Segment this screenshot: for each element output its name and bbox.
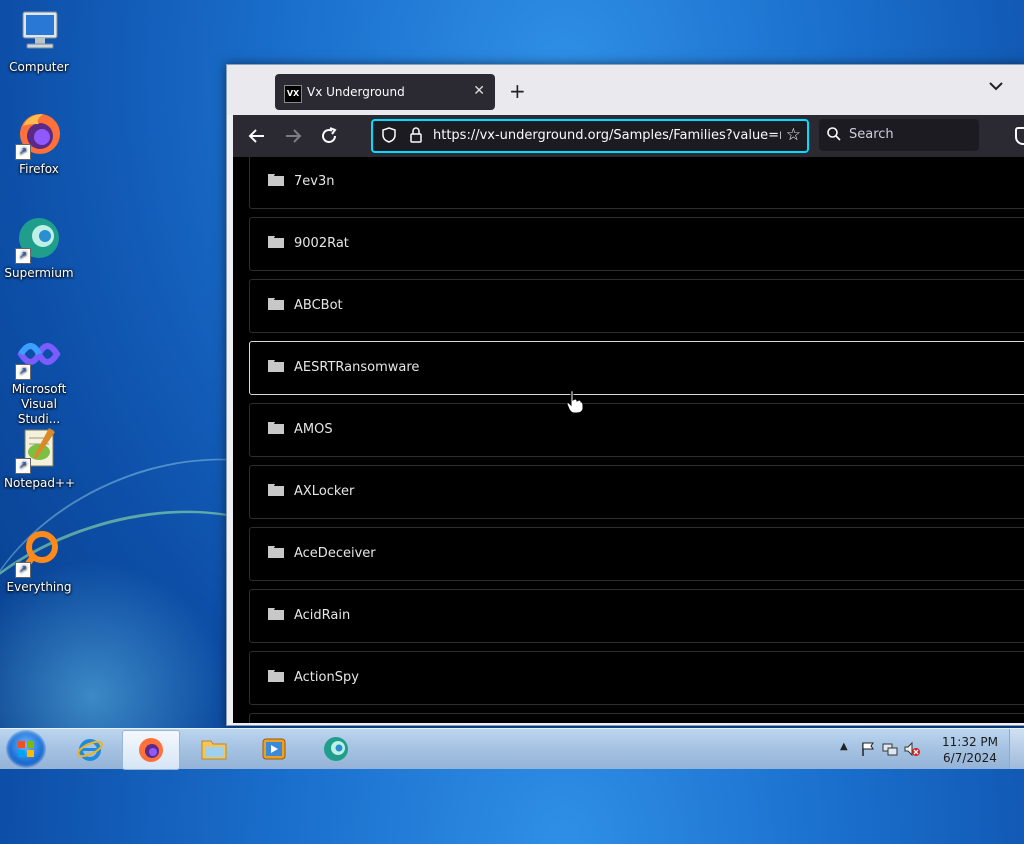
browser-window: VX Vx Underground ✕ + https://vx-undergr… [226, 64, 1024, 726]
desktop-icon-firefox[interactable]: ↗ Firefox [4, 110, 74, 177]
search-icon [827, 127, 841, 141]
url-bar[interactable]: https://vx-underground.org/Samples/Famil… [371, 119, 809, 153]
folder-icon [268, 236, 284, 248]
desktop-icon-everything[interactable]: ↗ Everything [4, 528, 74, 595]
list-item[interactable]: AceDeceiver [249, 527, 1024, 581]
list-item[interactable]: 7ev3n [249, 157, 1024, 209]
shortcut-arrow-icon: ↗ [15, 144, 31, 160]
tab-bar: VX Vx Underground ✕ + [227, 65, 1024, 115]
family-name: AcidRain [294, 608, 351, 623]
desktop-icon-label: Notepad++ [4, 476, 76, 490]
taskbar-file-explorer[interactable] [186, 730, 242, 768]
desktop-icon-label: Everything [6, 580, 72, 594]
close-tab-icon[interactable]: ✕ [473, 83, 485, 99]
desktop-icon-notepadpp[interactable]: ↗ Notepad++ [4, 424, 76, 491]
taskbar-firefox[interactable] [122, 730, 180, 770]
folder-icon [268, 422, 284, 434]
tab-title: Vx Underground [307, 85, 405, 99]
search-placeholder: Search [849, 127, 894, 142]
desktop-icon-label: Computer [9, 60, 69, 74]
shortcut-arrow-icon: ↗ [15, 248, 31, 264]
show-hidden-icons-chevron-up-icon[interactable]: ▲ [840, 741, 856, 757]
folder-icon [268, 298, 284, 310]
folder-icon [268, 484, 284, 496]
bookmark-star-icon[interactable]: ☆ [786, 125, 801, 145]
folder-icon [201, 740, 227, 760]
desktop-icon-label: Firefox [19, 162, 59, 176]
taskbar: ▲ 11:32 PM 6/7/2024 [0, 728, 1024, 770]
lock-icon[interactable] [409, 127, 423, 143]
show-desktop-button[interactable] [1009, 729, 1024, 769]
system-tray: ▲ 11:32 PM 6/7/2024 [834, 729, 1024, 769]
list-item[interactable]: AESRTRansomware [249, 341, 1024, 395]
folder-icon [268, 608, 284, 620]
desktop-icon-label: Microsoft Visual Studi... [11, 382, 67, 426]
list-item[interactable] [249, 713, 1024, 723]
family-name: ActionSpy [294, 670, 359, 685]
hand-pointer-cursor-icon [566, 390, 584, 414]
folder-icon [268, 546, 284, 558]
media-player-icon [262, 738, 286, 760]
family-name: AMOS [294, 422, 333, 437]
list-item[interactable]: ABCBot [249, 279, 1024, 333]
family-name: AXLocker [294, 484, 355, 499]
desktop-icon-computer[interactable]: Computer [4, 8, 74, 75]
everything-icon: ↗ [15, 528, 63, 578]
folder-icon [268, 174, 284, 186]
supermium-icon [324, 737, 348, 761]
shortcut-arrow-icon: ↗ [15, 562, 31, 578]
clock[interactable]: 11:32 PM 6/7/2024 [942, 734, 998, 766]
search-box[interactable]: Search [819, 119, 979, 151]
firefox-icon [139, 738, 163, 762]
navigation-toolbar: https://vx-underground.org/Samples/Famil… [233, 115, 1024, 157]
reload-icon[interactable] [317, 124, 341, 148]
forward-arrow-icon[interactable] [281, 124, 305, 148]
new-tab-button[interactable]: + [509, 79, 526, 103]
taskbar-media-player[interactable] [246, 730, 302, 768]
notepadpp-icon: ↗ [15, 424, 63, 474]
desktop-icon-supermium[interactable]: ↗ Supermium [4, 214, 74, 281]
clock-date: 6/7/2024 [943, 751, 997, 765]
family-name: AceDeceiver [294, 546, 376, 561]
firefox-icon: ↗ [15, 110, 63, 160]
clock-time: 11:32 PM [942, 735, 998, 749]
pocket-icon[interactable] [1015, 127, 1024, 145]
list-item[interactable]: AcidRain [249, 589, 1024, 643]
taskbar-internet-explorer[interactable] [62, 730, 118, 768]
start-button[interactable] [6, 730, 46, 768]
list-item[interactable]: AMOS [249, 403, 1024, 457]
list-all-tabs-chevron-down-icon[interactable] [989, 79, 1003, 95]
tab-vx-underground[interactable]: VX Vx Underground ✕ [275, 74, 495, 110]
network-icon[interactable] [882, 741, 898, 757]
folder-icon [268, 360, 284, 372]
internet-explorer-icon [77, 739, 103, 761]
taskbar-supermium[interactable] [308, 730, 364, 768]
desktop-icon-label: Supermium [4, 266, 74, 280]
desktop-icon-visual-studio[interactable]: ↗ Microsoft Visual Studi... [4, 330, 74, 427]
volume-muted-icon[interactable] [904, 741, 920, 757]
windows-logo-icon [18, 741, 34, 757]
family-name: ABCBot [294, 298, 343, 313]
supermium-icon: ↗ [15, 214, 63, 264]
computer-icon [15, 8, 63, 56]
list-item[interactable]: 9002Rat [249, 217, 1024, 271]
tracking-protection-shield-icon[interactable] [381, 127, 397, 143]
list-item[interactable]: ActionSpy [249, 651, 1024, 705]
family-name: 7ev3n [294, 174, 335, 189]
visual-studio-icon: ↗ [15, 330, 63, 380]
list-item[interactable]: AXLocker [249, 465, 1024, 519]
back-arrow-icon[interactable] [245, 124, 269, 148]
vx-favicon-icon: VX [284, 85, 302, 103]
family-name: 9002Rat [294, 236, 349, 251]
family-name: AESRTRansomware [294, 360, 420, 375]
shortcut-arrow-icon: ↗ [15, 364, 31, 380]
shortcut-arrow-icon: ↗ [15, 458, 31, 474]
folder-icon [268, 670, 284, 682]
url-text[interactable]: https://vx-underground.org/Samples/Famil… [433, 128, 781, 143]
action-center-flag-icon[interactable] [860, 741, 876, 757]
page-content: 7ev3n 9002Rat ABCBot AESRTRansomware AMO… [233, 157, 1024, 723]
